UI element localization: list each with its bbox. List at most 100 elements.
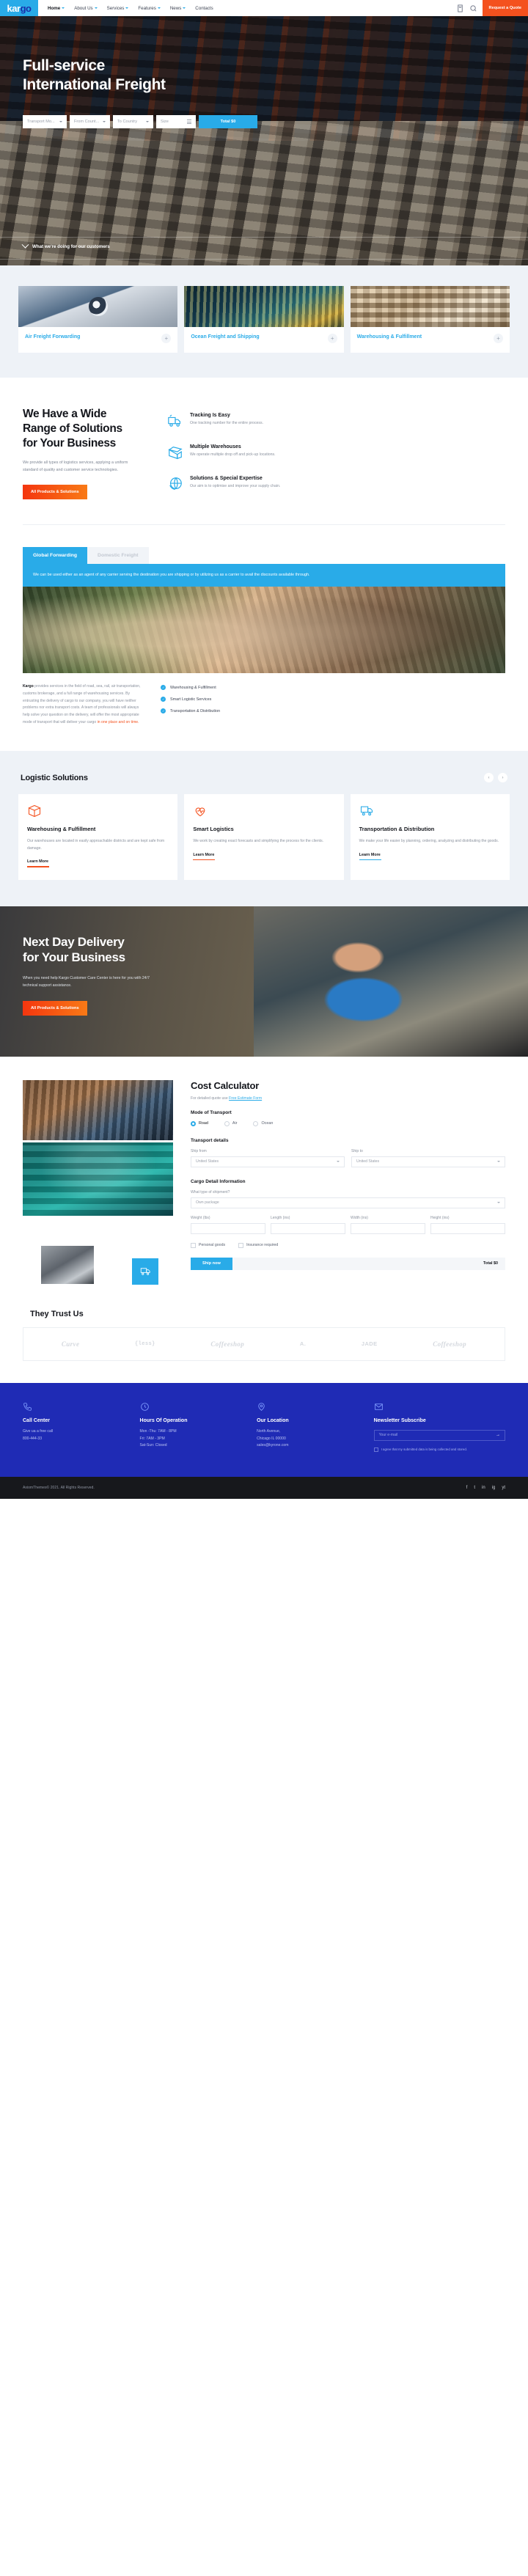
size-select[interactable]: Size <box>156 115 196 129</box>
feature-title: Tracking Is Easy <box>190 413 230 418</box>
logo[interactable]: kargo <box>0 0 38 16</box>
ship-to-select[interactable]: United States <box>351 1156 505 1167</box>
footer-email[interactable]: sales@kyrone.com <box>257 1442 362 1450</box>
wide-range-paragraph: We provide all types of logistics servic… <box>23 460 128 473</box>
tab-domestic-freight[interactable]: Domestic Freight <box>87 547 149 565</box>
radio-ocean[interactable]: Ocean <box>253 1120 273 1126</box>
plus-icon[interactable]: + <box>493 334 503 343</box>
nav-item-home[interactable]: Home <box>48 6 65 11</box>
plus-icon[interactable]: + <box>327 334 337 343</box>
next-day-paragraph: When you need help Kargo Customer Care C… <box>23 976 150 988</box>
request-quote-button[interactable]: Request a Quote <box>482 0 528 16</box>
all-products-solutions-button[interactable]: All Products & Solutions <box>23 485 87 500</box>
height-input[interactable] <box>430 1222 505 1234</box>
search-icon[interactable] <box>469 4 477 12</box>
chevron-down-icon <box>146 121 149 123</box>
next-day-content: Next Day Delivery for Your Business When… <box>0 906 220 1016</box>
checkbox-insurance-required[interactable]: Insurance required <box>238 1242 278 1248</box>
forwarding-bottom: Kargo provides services in the field of … <box>23 673 505 726</box>
bullet-item[interactable]: ✓ Smart Logistic Services <box>161 697 505 702</box>
ship-now-button[interactable]: Ship now <box>191 1257 232 1270</box>
width-input[interactable] <box>351 1222 425 1234</box>
service-card-air-freight[interactable]: Air Freight Forwarding + <box>18 286 178 353</box>
solution-card-smart-logistics[interactable]: Smart Logistics We work by creating exac… <box>184 794 344 880</box>
carousel-next-icon[interactable]: › <box>498 773 507 783</box>
bullet-item[interactable]: ✓ Warehousing & Fulfillment <box>161 685 505 691</box>
transport-mode-select[interactable]: Transport Mo... <box>23 115 67 129</box>
chevron-down-icon <box>94 7 98 9</box>
length-input[interactable] <box>271 1222 345 1234</box>
cart-icon[interactable] <box>456 4 464 12</box>
radio-road[interactable]: Road <box>191 1120 208 1126</box>
pin-icon <box>257 1402 266 1412</box>
newsletter-consent[interactable]: I agree that my submitted data is being … <box>373 1447 505 1452</box>
weight-input[interactable] <box>191 1222 265 1234</box>
underline-accent <box>359 859 381 861</box>
nav-item-news[interactable]: News <box>170 6 186 11</box>
calculator-submit-row: Ship now Total $0 <box>191 1257 505 1270</box>
solution-learn-more-link[interactable]: Learn More <box>359 853 381 861</box>
forwarding-inline-link[interactable]: in one place and on time. <box>98 720 139 724</box>
warehouse-boxes-photo <box>350 286 510 327</box>
carousel-prev-icon[interactable]: ‹ <box>484 773 494 783</box>
dimensions-row: Weight (lbs) Length (ins) Width (ins) He… <box>191 1216 505 1234</box>
service-card-warehousing[interactable]: Warehousing & Fulfillment + <box>350 286 510 353</box>
free-estimate-form-link[interactable]: Free Estimate Form <box>229 1096 262 1101</box>
learn-more-label: Learn More <box>359 852 381 857</box>
checkbox-label: Personal goods <box>199 1243 226 1248</box>
instagram-icon[interactable]: ig <box>492 1486 496 1490</box>
forwarding-tabs: Global Forwarding Domestic Freight <box>23 547 505 565</box>
youtube-icon[interactable]: yt <box>502 1486 505 1490</box>
solution-card-transportation[interactable]: Transportation & Distribution We make yo… <box>350 794 510 880</box>
main-nav: Home About Us Services Features News Con… <box>38 0 456 16</box>
nav-item-features[interactable]: Features <box>138 6 161 11</box>
nav-item-contacts[interactable]: Contacts <box>195 6 213 11</box>
forwarding-body-text: Kargo provides services in the field of … <box>23 683 146 726</box>
ship-from-select[interactable]: United States <box>191 1156 345 1167</box>
logo-text-white: kar <box>7 2 21 14</box>
solution-learn-more-link[interactable]: Learn More <box>27 859 49 867</box>
hero-total-button[interactable]: Total $0 <box>199 115 257 129</box>
feature-desc: We operate multiple drop off and pick-up… <box>190 452 276 457</box>
solution-card-title: Smart Logistics <box>193 826 234 833</box>
tab-global-forwarding[interactable]: Global Forwarding <box>23 547 88 565</box>
shipment-type-value: Own package <box>196 1200 219 1206</box>
newsletter-email-input[interactable]: Your e-mail → <box>373 1429 505 1441</box>
bullet-item[interactable]: ✓ Transportation & Distribution <box>161 708 505 714</box>
feature-title: Solutions & Special Expertise <box>190 476 263 481</box>
plus-icon[interactable]: + <box>161 334 172 343</box>
trust-section: They Trust Us Curve {less} Coffeeshop A.… <box>0 1296 528 1383</box>
nav-item-services[interactable]: Services <box>107 6 129 11</box>
solution-learn-more-link[interactable]: Learn More <box>193 853 216 861</box>
arrow-right-icon[interactable]: → <box>496 1433 500 1437</box>
mail-icon <box>374 1402 384 1412</box>
footer-hours: Hours Of Operation Mon -Thu: 7AM - 8PM F… <box>140 1402 246 1452</box>
chevron-down-icon <box>183 7 186 9</box>
radio-air[interactable]: Air <box>224 1120 237 1126</box>
chevron-down-icon <box>103 121 106 123</box>
footer-column-title: Newsletter Subscribe <box>373 1417 426 1423</box>
solution-card-warehousing[interactable]: Warehousing & Fulfillment Our warehouses… <box>18 794 178 880</box>
mode-of-transport-label: Mode of Transport <box>191 1109 232 1115</box>
learn-more-label: Learn More <box>27 859 49 865</box>
facebook-icon[interactable]: f <box>466 1486 468 1490</box>
wide-range-heading: We Have a Wide Range of Solutions for Yo… <box>23 407 151 451</box>
newsletter-placeholder: Your e-mail <box>378 1433 398 1438</box>
nav-item-about-us[interactable]: About Us <box>74 6 98 11</box>
shipment-type-select[interactable]: Own package <box>191 1197 505 1208</box>
twitter-icon[interactable]: t <box>474 1486 475 1490</box>
service-card-ocean-freight[interactable]: Ocean Freight and Shipping + <box>184 286 344 353</box>
footer-column-title: Hours Of Operation <box>139 1417 188 1423</box>
linkedin-icon[interactable]: in <box>482 1486 485 1490</box>
footer-phone-number[interactable]: 800-444-33 <box>23 1436 128 1443</box>
from-country-select[interactable]: From Count... <box>70 115 110 129</box>
to-country-select[interactable]: To Country <box>113 115 153 129</box>
solution-card-desc: Our warehouses are located in easily app… <box>27 839 165 851</box>
phone-icon <box>23 1402 32 1412</box>
service-card-body: Ocean Freight and Shipping + <box>184 327 343 353</box>
hero-title-line-2: International Freight <box>23 76 166 94</box>
hero-scroll-cue[interactable]: What we're doing for our customers <box>21 241 110 249</box>
checkbox-personal-goods[interactable]: Personal goods <box>191 1242 226 1248</box>
feature-text: Multiple Warehouses We operate multiple … <box>190 444 276 457</box>
next-day-button[interactable]: All Products & Solutions <box>23 1000 87 1016</box>
